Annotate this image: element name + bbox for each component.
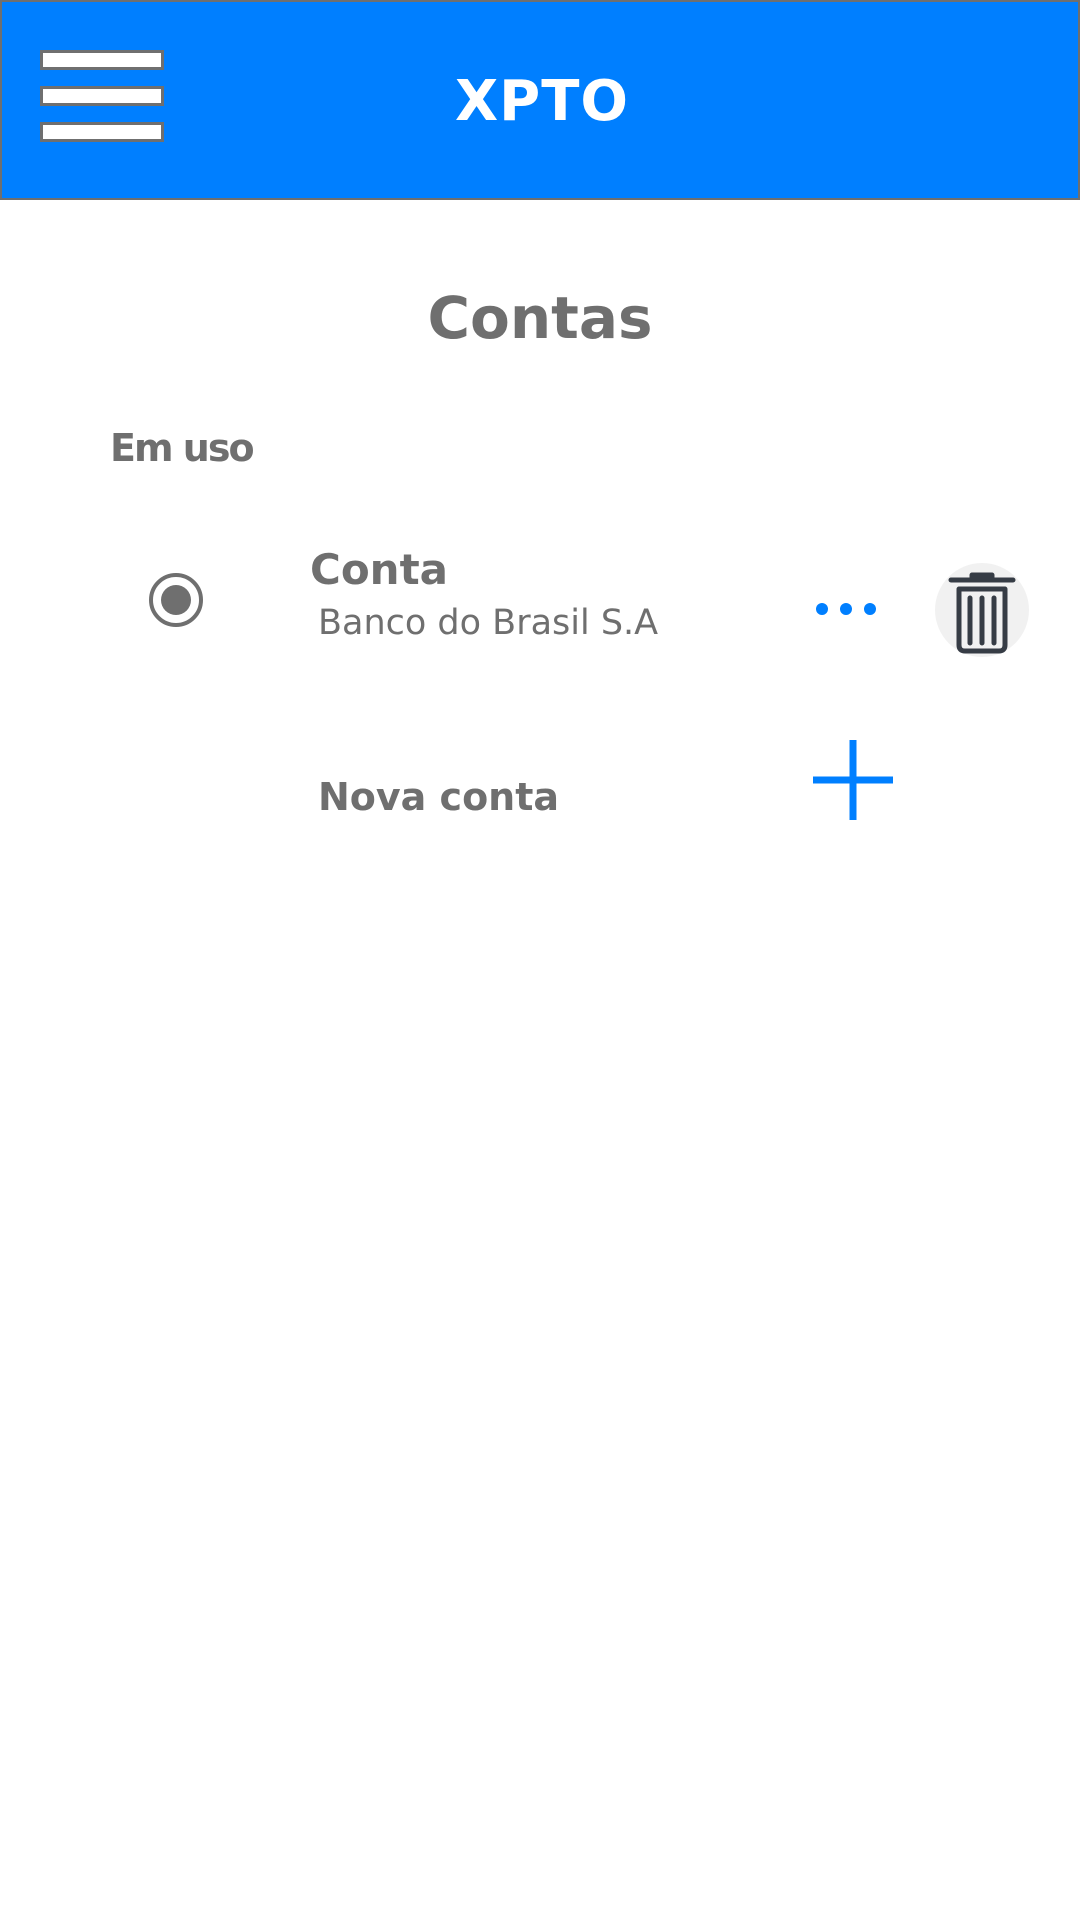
more-dot [864,603,876,615]
app-title: XPTO [454,69,630,134]
more-dot [816,603,828,615]
radio-selected-dot [161,585,191,615]
add-account-button[interactable] [811,738,895,822]
radio-selected-icon[interactable] [149,573,203,627]
menu-bar-line [40,50,164,70]
page-title: Contas [427,284,653,352]
account-bank[interactable]: Banco do Brasil S.A [318,600,658,646]
more-dot [840,603,852,615]
account-name[interactable]: Conta [310,545,448,595]
accounts-screen: XPTO Contas Em uso Conta Banco do Brasil… [0,0,1080,1920]
new-account-label[interactable]: Nova conta [318,772,559,822]
section-label-in-use: Em uso [110,426,255,470]
trash-icon [948,572,1016,654]
plus-icon [813,740,893,820]
more-horizontal-icon[interactable] [808,592,884,622]
app-bar: XPTO [0,0,1080,200]
delete-account-button[interactable] [935,563,1029,657]
